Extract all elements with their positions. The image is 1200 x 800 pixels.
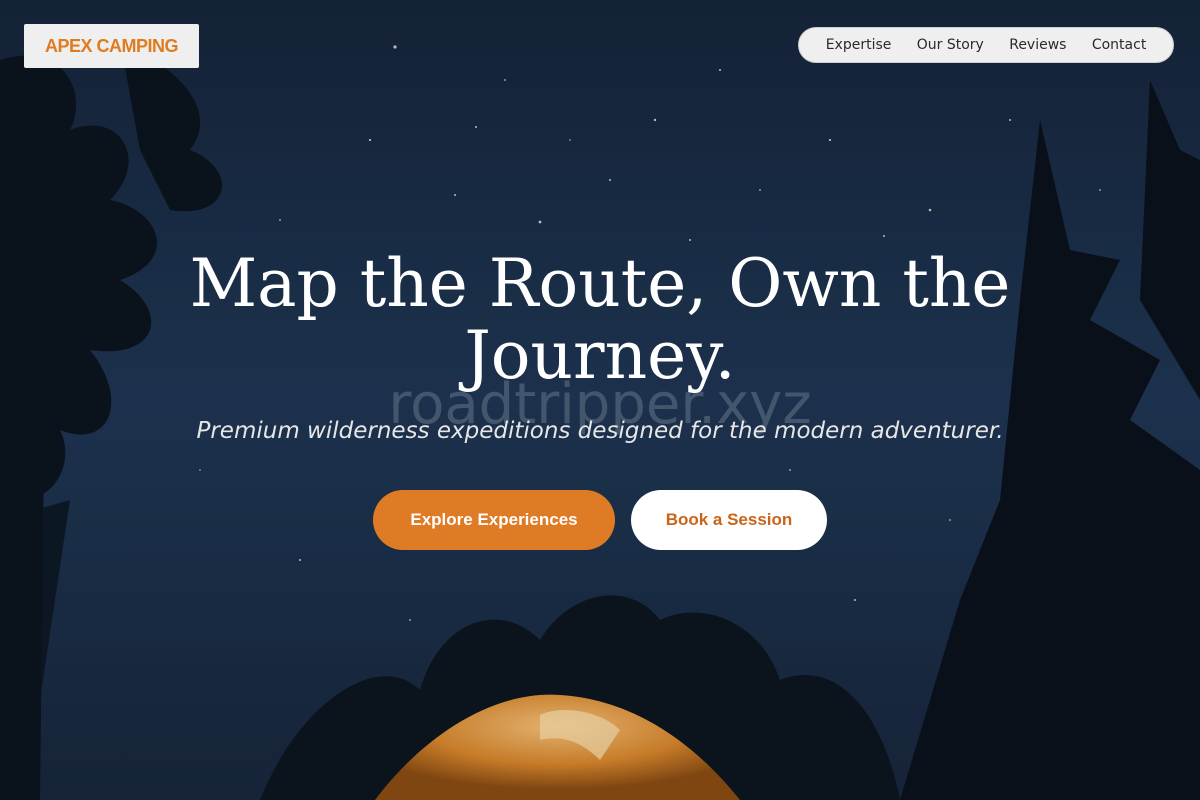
- brand-logo[interactable]: APEX CAMPING: [24, 24, 199, 68]
- nav-link-our-story[interactable]: Our Story: [917, 37, 984, 53]
- hero-subtitle: Premium wilderness expeditions designed …: [196, 418, 1004, 444]
- book-session-button[interactable]: Book a Session: [631, 490, 827, 550]
- explore-experiences-button[interactable]: Explore Experiences: [373, 490, 615, 550]
- hero-title: Map the Route, Own the Journey.: [189, 245, 1011, 394]
- nav-link-contact[interactable]: Contact: [1092, 37, 1146, 53]
- nav-link-reviews[interactable]: Reviews: [1009, 37, 1066, 53]
- nav-link-expertise[interactable]: Expertise: [826, 37, 892, 53]
- main-nav: Expertise Our Story Reviews Contact: [798, 27, 1174, 63]
